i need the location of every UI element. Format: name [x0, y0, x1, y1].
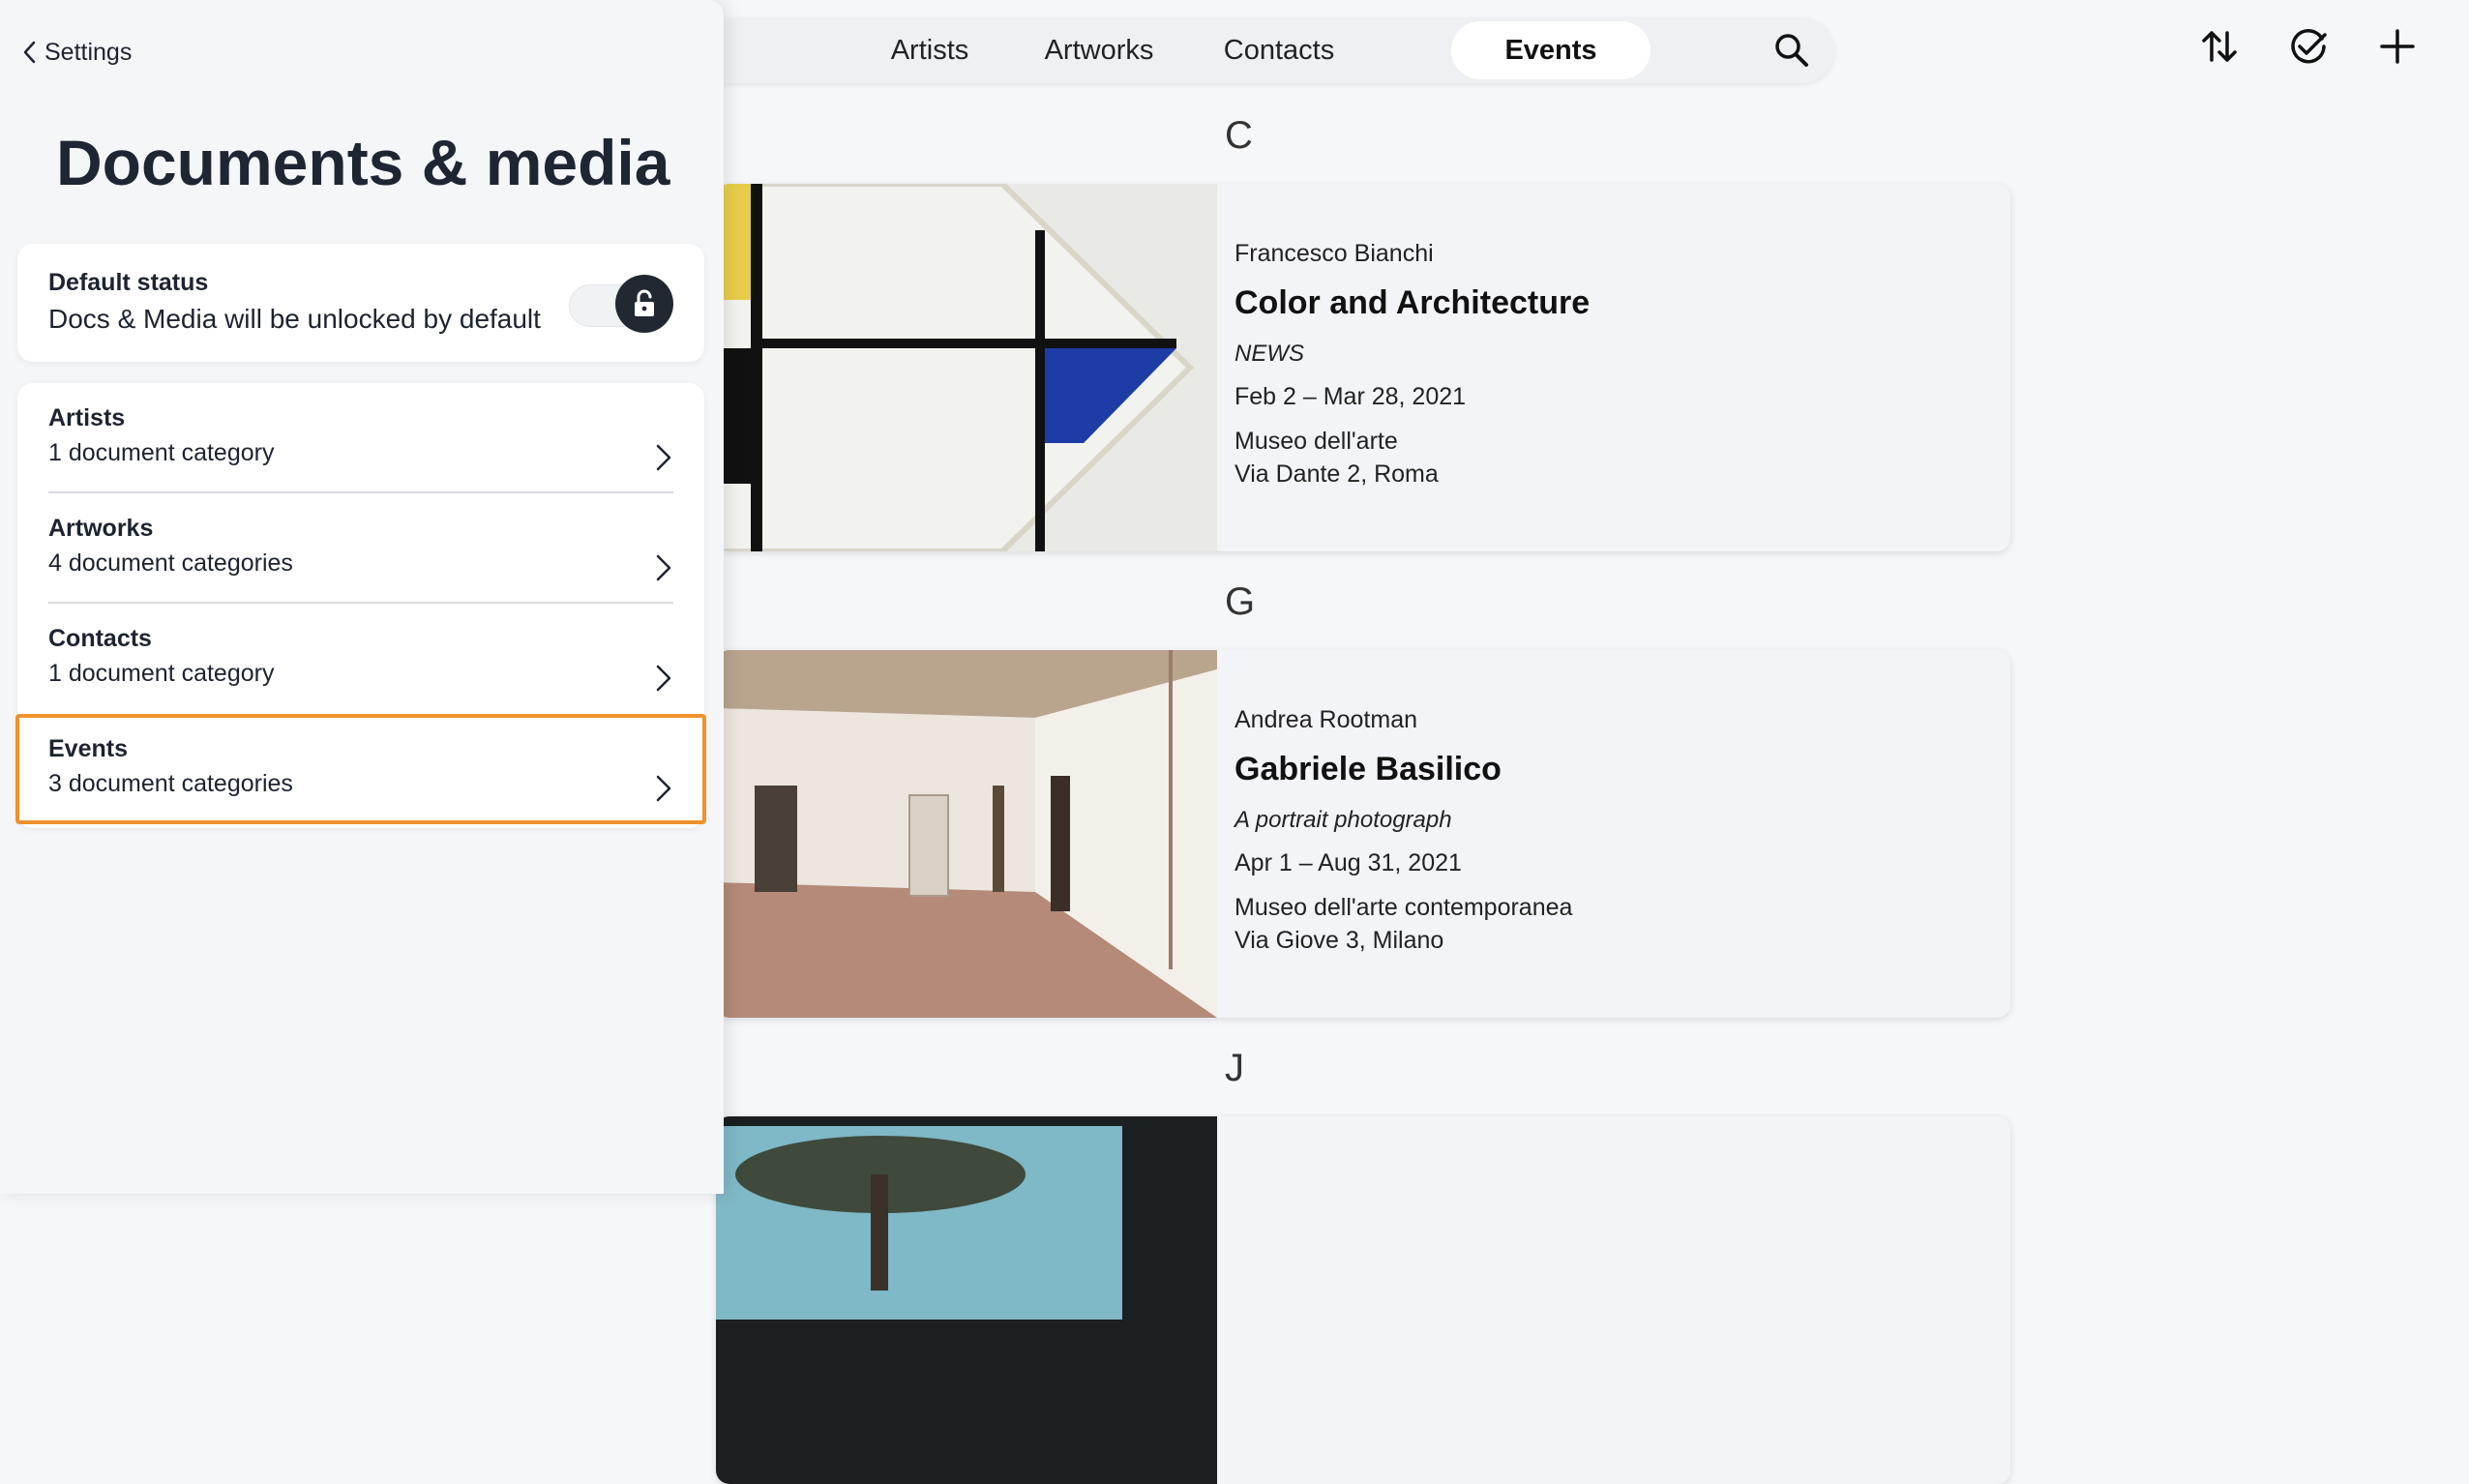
category-item-subtitle: 1 document category — [48, 660, 275, 687]
category-item-artworks[interactable]: Artworks 4 document categories — [17, 493, 704, 604]
category-item-subtitle: 4 document categories — [48, 549, 293, 577]
tab-events[interactable]: Events — [1451, 21, 1651, 79]
add-icon[interactable] — [2376, 25, 2419, 68]
chevron-right-icon — [656, 554, 671, 581]
card-subtitle: NEWS — [1234, 341, 1304, 367]
card-venue: Museo dell'arte contemporanea — [1234, 894, 1573, 921]
event-image — [716, 184, 1217, 551]
category-item-title: Events — [48, 735, 128, 762]
settings-panel: Settings Documents & media Default statu… — [0, 0, 724, 1194]
card-dates: Feb 2 – Mar 28, 2021 — [1234, 383, 1467, 410]
category-item-title: Contacts — [48, 625, 152, 652]
event-image — [716, 1116, 1217, 1484]
card-artist: Francesco Bianchi — [1234, 240, 1434, 267]
sort-icon[interactable] — [2198, 25, 2241, 68]
default-status-card: Default status Docs & Media will be unlo… — [17, 244, 704, 362]
card-title: Color and Architecture — [1234, 284, 1591, 321]
section-letter: G — [1225, 580, 1256, 623]
category-item-events[interactable]: Events 3 document categories — [15, 714, 706, 824]
section-letter: J — [1225, 1047, 1244, 1089]
default-status-description: Docs & Media will be unlocked by default — [48, 304, 541, 334]
tab-artworks[interactable]: Artworks — [1014, 21, 1184, 79]
chevron-right-icon — [656, 665, 671, 692]
category-list: Artists 1 document category Artworks 4 d… — [15, 383, 706, 828]
event-image — [716, 650, 1217, 1018]
category-item-contacts[interactable]: Contacts 1 document category — [17, 604, 704, 714]
page-title: Documents & media — [56, 127, 670, 198]
back-label: Settings — [45, 38, 133, 66]
category-item-subtitle: 1 document category — [48, 439, 275, 466]
chevron-right-icon — [656, 775, 671, 802]
card-artist: Andrea Rootman — [1234, 706, 1418, 733]
category-item-subtitle: 3 document categories — [48, 770, 293, 797]
select-check-icon[interactable] — [2287, 25, 2330, 68]
search-icon[interactable] — [1772, 31, 1811, 70]
default-status-label: Default status — [48, 269, 209, 296]
card-venue: Museo dell'arte — [1234, 428, 1398, 455]
section-tab-bar: Artists Artworks Contacts Events — [677, 17, 1834, 83]
card-dates: Apr 1 – Aug 31, 2021 — [1234, 849, 1462, 876]
lock-icon — [635, 289, 654, 316]
back-button[interactable]: Settings — [21, 33, 132, 72]
category-item-title: Artworks — [48, 515, 154, 542]
card-address: Via Dante 2, Roma — [1234, 460, 1439, 488]
toggle-knob[interactable] — [615, 275, 673, 333]
tab-contacts[interactable]: Contacts — [1194, 21, 1364, 79]
event-card[interactable] — [716, 1116, 2010, 1484]
event-card[interactable]: Francesco Bianchi Color and Architecture… — [716, 184, 2010, 551]
chevron-right-icon — [656, 444, 671, 471]
tab-artists[interactable]: Artists — [857, 21, 1002, 79]
category-item-artists[interactable]: Artists 1 document category — [17, 383, 704, 493]
section-letter: C — [1225, 114, 1253, 157]
card-subtitle: A portrait photograph — [1234, 807, 1452, 833]
card-title: Gabriele Basilico — [1234, 751, 1502, 787]
category-item-title: Artists — [48, 404, 126, 431]
chevron-left-icon — [23, 41, 36, 64]
event-card[interactable]: Andrea Rootman Gabriele Basilico A portr… — [716, 650, 2010, 1018]
card-address: Via Giove 3, Milano — [1234, 927, 1444, 954]
